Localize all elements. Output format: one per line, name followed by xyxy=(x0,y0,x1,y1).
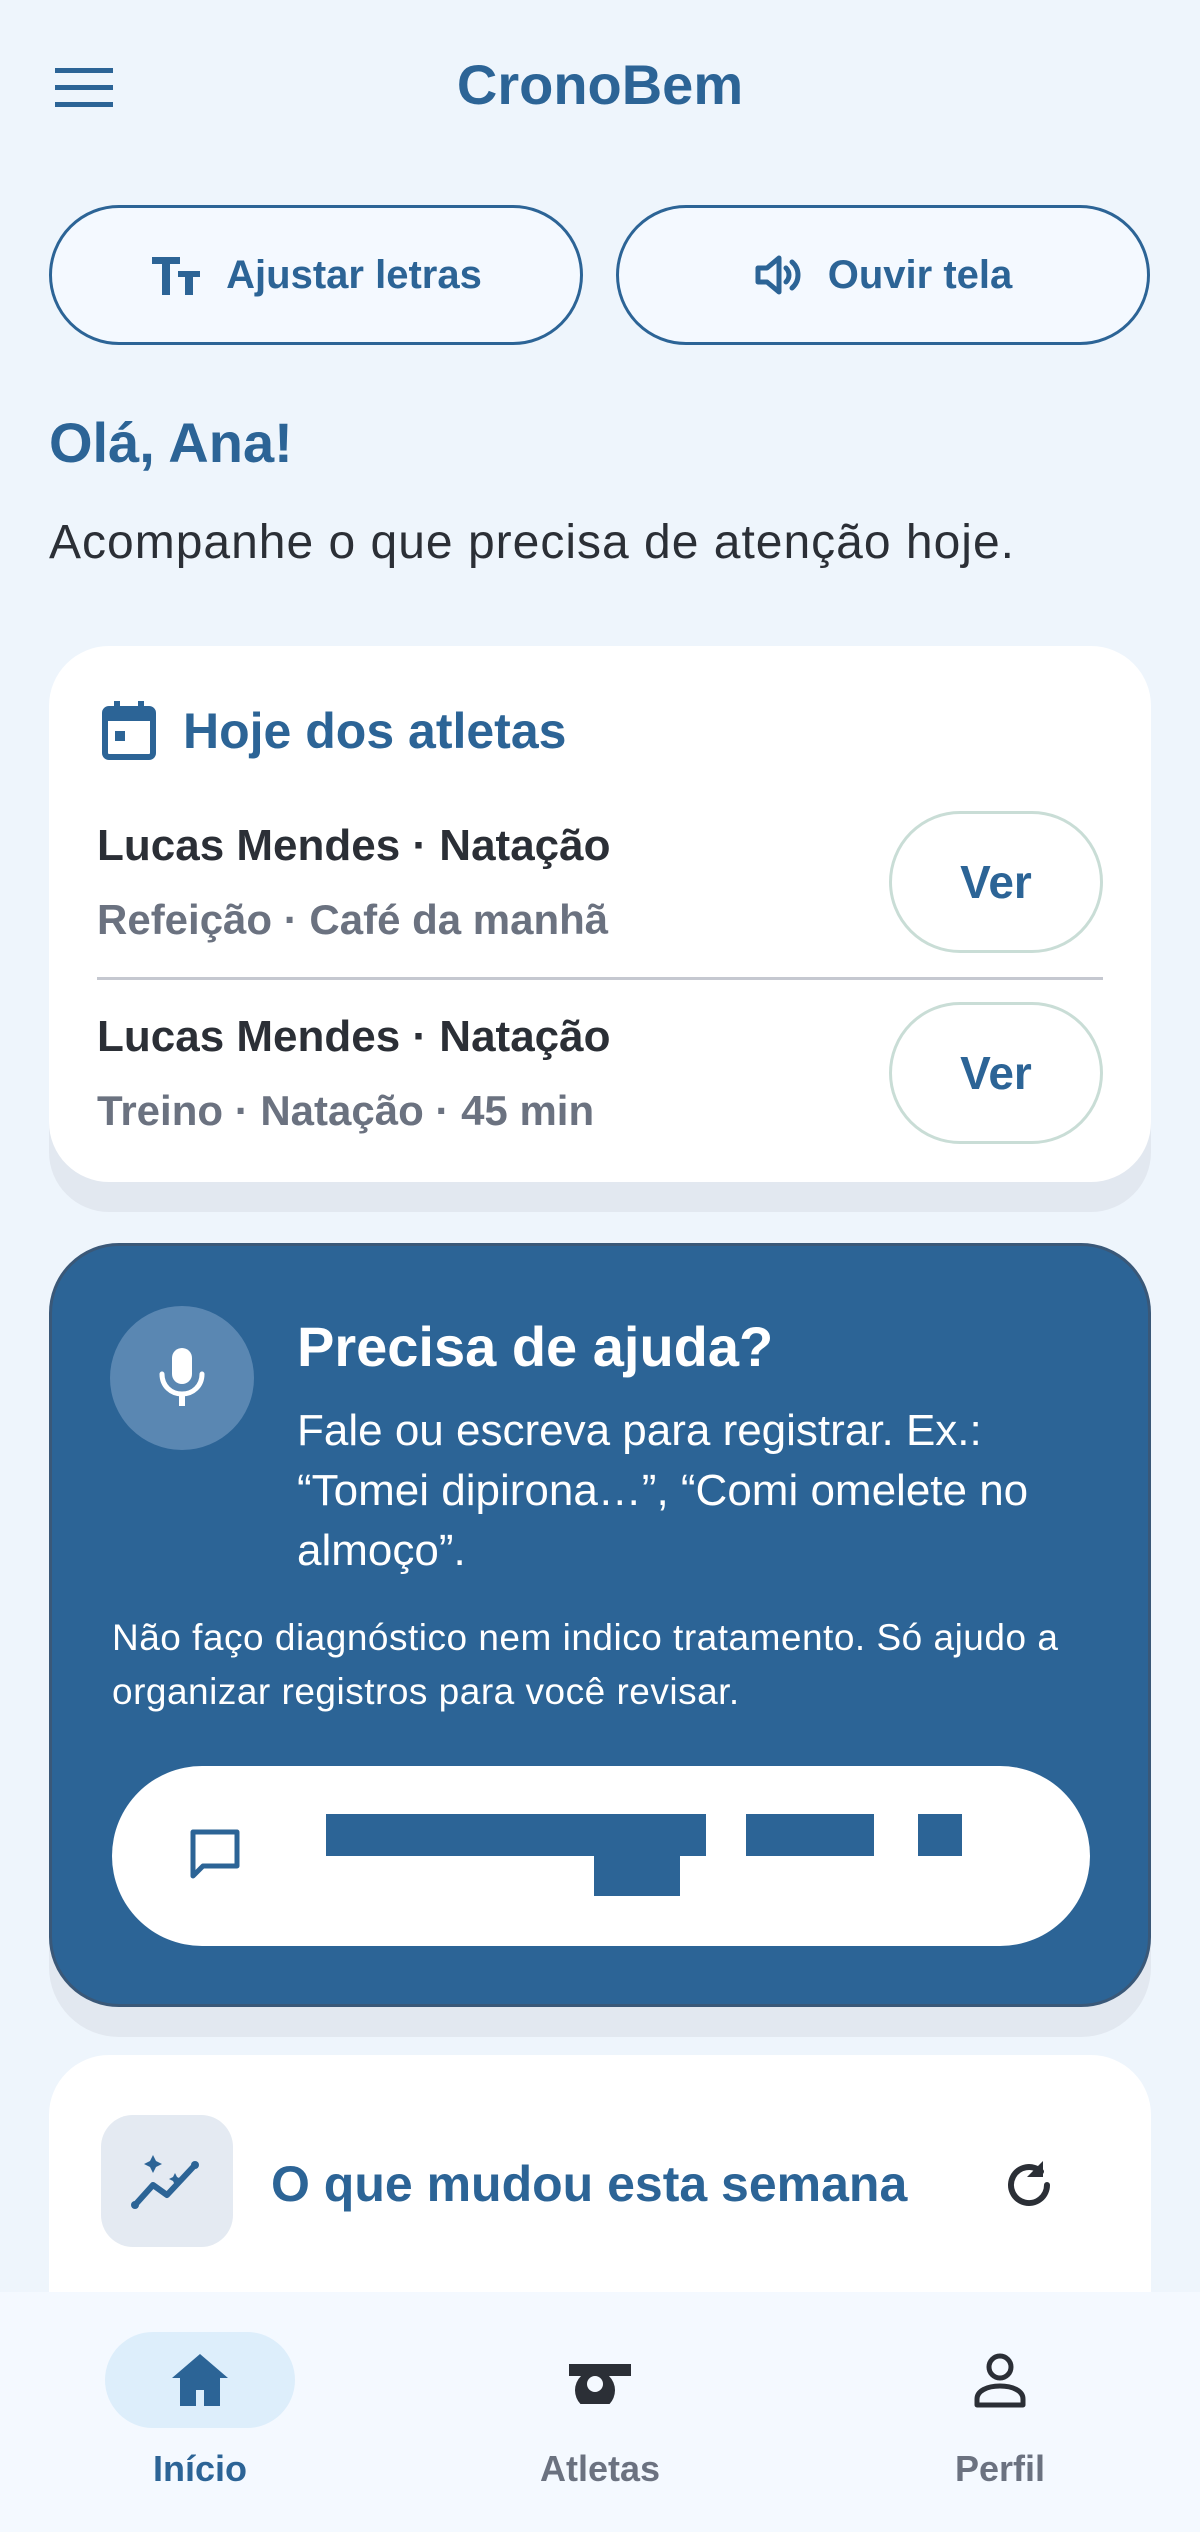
help-disclaimer: Não faço diagnóstico nem indico tratamen… xyxy=(112,1617,1059,1712)
greeting-title: Olá, Ana! xyxy=(49,411,293,474)
today-card: Hoje dos atletas Lucas Mendes · Natação … xyxy=(49,646,1151,1182)
nav-item-profile[interactable]: Perfil xyxy=(870,2332,1130,2490)
insights-icon xyxy=(131,2155,199,2209)
refresh-icon xyxy=(1008,2161,1050,2207)
assistant-input[interactable] xyxy=(112,1766,1090,1946)
app-title: CronoBem xyxy=(456,53,744,116)
home-icon xyxy=(172,2354,228,2406)
athlete-item-title: Lucas Mendes · Natação xyxy=(97,1012,611,1061)
divider xyxy=(97,977,1103,980)
nav-icon-holder xyxy=(905,2332,1095,2428)
help-title: Precisa de ajuda? xyxy=(297,1315,774,1378)
input-placeholder-redacted xyxy=(112,1766,1090,1946)
calendar-icon xyxy=(102,701,156,760)
person-icon xyxy=(974,2353,1026,2408)
list-item: Lucas Mendes · Natação Refeição · Café d… xyxy=(97,811,1103,1001)
athlete-item-subtitle: Refeição · Café da manhã xyxy=(97,896,609,943)
nav-label-athletes: Atletas xyxy=(539,2448,661,2489)
greeting-subtitle: Acompanhe o que precisa de atenção hoje. xyxy=(49,516,1015,569)
whistle-icon xyxy=(569,2364,631,2404)
help-text: Fale ou escreva para registrar. Ex.: “To… xyxy=(297,1406,1029,1575)
today-card-title: Hoje dos atletas xyxy=(183,703,567,759)
view-button[interactable]: Ver xyxy=(889,1002,1103,1144)
today-card-header: Hoje dos atletas xyxy=(101,701,566,761)
mic-button[interactable] xyxy=(110,1306,254,1450)
top-bar: CronoBem xyxy=(0,0,1200,170)
athlete-item-subtitle: Treino · Natação · 45 min xyxy=(97,1087,595,1134)
adjust-text-button[interactable]: Ajustar letras xyxy=(49,205,583,345)
text-size-icon xyxy=(152,257,201,295)
refresh-button[interactable] xyxy=(989,2145,1069,2225)
trend-icon-box xyxy=(101,2115,233,2247)
bottom-navigation: Início Atletas Perfil xyxy=(0,2292,1200,2532)
nav-label-profile: Perfil xyxy=(954,2448,1046,2489)
athlete-item-title: Lucas Mendes · Natação xyxy=(97,821,611,870)
nav-item-athletes[interactable]: Atletas xyxy=(470,2332,730,2490)
listen-screen-label: Ouvir tela xyxy=(827,252,1013,297)
help-card: Precisa de ajuda? Fale ou escreva para r… xyxy=(49,1243,1151,2007)
speaker-icon xyxy=(755,255,801,295)
list-item: Lucas Mendes · Natação Treino · Natação … xyxy=(97,1002,1103,1192)
nav-item-home[interactable]: Início xyxy=(70,2332,330,2490)
nav-active-indicator xyxy=(105,2332,295,2428)
view-button[interactable]: Ver xyxy=(889,811,1103,953)
listen-screen-button[interactable]: Ouvir tela xyxy=(616,205,1150,345)
nav-icon-holder xyxy=(505,2332,695,2428)
nav-label-home: Início xyxy=(152,2448,247,2489)
adjust-text-label: Ajustar letras xyxy=(226,252,482,297)
microphone-icon xyxy=(159,1348,205,1406)
weekly-changes-title: O que mudou esta semana xyxy=(271,2156,908,2212)
